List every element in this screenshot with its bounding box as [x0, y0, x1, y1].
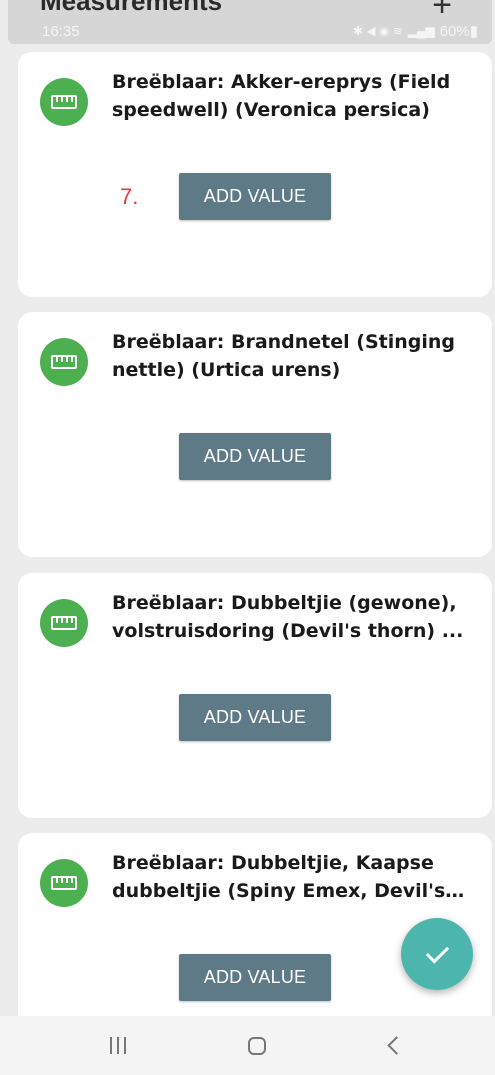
measurement-card: Breëblaar: Dubbeltjie (gewone), volstrui… — [18, 573, 492, 818]
back-icon — [386, 1036, 406, 1055]
recents-button[interactable] — [68, 1016, 168, 1075]
add-value-button[interactable]: ADD VALUE — [179, 954, 331, 1001]
recents-icon — [110, 1037, 126, 1054]
system-nav-bar — [0, 1016, 495, 1075]
app-bar: Measurements + 16:35 ✱ ◀ ◉ ≋ ▂▄▆ 60%▮ — [8, 0, 492, 44]
add-value-button[interactable]: ADD VALUE — [179, 433, 331, 480]
status-icon-row: ✱ ◀ ◉ ≋ — [352, 24, 403, 38]
page-title: Measurements — [40, 0, 223, 16]
add-value-button[interactable]: ADD VALUE — [179, 173, 331, 220]
measurement-card: Breëblaar: Akker-ereprys (Field speedwel… — [18, 52, 492, 297]
status-time: 16:35 — [42, 22, 80, 40]
measurement-list: Breëblaar: Akker-ereprys (Field speedwel… — [0, 0, 495, 1016]
ruler-icon — [40, 599, 88, 647]
measurement-card: Breëblaar: Brandnetel (Stinging nettle) … — [18, 312, 492, 557]
check-icon — [425, 939, 449, 964]
home-icon — [248, 1036, 266, 1055]
confirm-button[interactable] — [401, 918, 473, 990]
home-button[interactable] — [207, 1016, 307, 1075]
ruler-icon — [40, 338, 88, 386]
back-button[interactable] — [346, 1016, 446, 1075]
status-bar: 16:35 ✱ ◀ ◉ ≋ ▂▄▆ 60%▮ — [42, 20, 478, 42]
ruler-icon — [40, 78, 88, 126]
ruler-icon — [40, 859, 88, 907]
step-annotation: 7. — [120, 184, 139, 209]
card-title: Breëblaar: Dubbeltjie (gewone), volstrui… — [112, 592, 464, 642]
card-title: Breëblaar: Dubbeltjie, Kaapse dubbeltjie… — [112, 852, 446, 902]
battery-level: 60%▮ — [439, 23, 478, 40]
status-icons: ✱ ◀ ◉ ≋ ▂▄▆ 60%▮ — [353, 22, 478, 40]
card-title: Breëblaar: Brandnetel (Stinging nettle) … — [112, 331, 456, 381]
card-title: Breëblaar: Akker-ereprys (Field speedwel… — [112, 71, 451, 121]
signal-icon: ▂▄▆ — [407, 24, 435, 38]
add-value-button[interactable]: ADD VALUE — [179, 694, 331, 741]
